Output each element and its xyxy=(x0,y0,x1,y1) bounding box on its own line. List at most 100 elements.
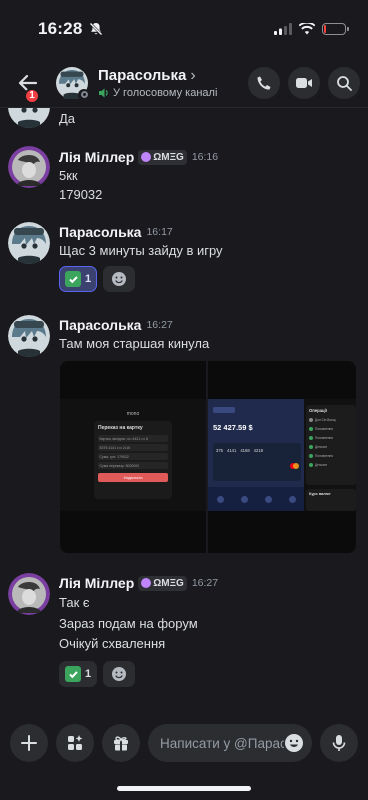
author-name[interactable]: Лія Міллер xyxy=(59,575,134,591)
reaction-count: 1 xyxy=(85,273,92,285)
voice-speaker-icon xyxy=(99,88,108,97)
guild-tag[interactable]: ΩMΞG xyxy=(138,149,187,165)
message-text: Очікуй схвалення xyxy=(59,636,166,651)
status-time: 16:28 xyxy=(38,19,83,38)
bell-slash-icon xyxy=(90,22,103,36)
video-camera-icon xyxy=(296,77,312,88)
skull-icon xyxy=(141,152,152,162)
add-reaction-button[interactable] xyxy=(103,266,135,292)
message-header: Лія Міллер ΩMΞG 16:27 xyxy=(59,575,218,591)
operation-item: Поповнення xyxy=(315,426,334,431)
avatar-parasolka[interactable] xyxy=(8,108,50,128)
channel-title: Парасолька xyxy=(98,67,187,84)
battery-icon xyxy=(322,23,349,35)
message-header: Парасолька 16:27 xyxy=(59,317,173,333)
operation-item: Депозит xyxy=(315,462,328,467)
back-button[interactable]: 1 xyxy=(10,63,46,104)
transfer-title: Переказ на картку xyxy=(98,425,143,431)
apps-sparkle-icon xyxy=(68,735,83,750)
video-call-button[interactable] xyxy=(288,66,320,99)
header-avatar[interactable] xyxy=(56,66,90,101)
message-text: Там моя старшая кинула xyxy=(59,336,210,351)
message-text: Щас 3 минуты зайду в игру xyxy=(59,243,223,258)
author-name[interactable]: Лія Міллер xyxy=(59,149,134,165)
gift-button[interactable] xyxy=(102,724,140,762)
card-number-group: 4141 xyxy=(227,448,237,453)
add-reaction-icon xyxy=(112,272,126,286)
check-mark-icon xyxy=(65,271,81,287)
search-button[interactable] xyxy=(328,66,360,99)
presence-idle-icon xyxy=(78,88,90,101)
avatar-liya-miller[interactable] xyxy=(8,573,50,615)
add-reaction-icon xyxy=(112,667,126,681)
header-info[interactable]: Парасолька › У голосовому каналі xyxy=(98,67,217,99)
avatar-parasolka[interactable] xyxy=(8,315,50,357)
message-text: 5кк xyxy=(59,168,78,183)
attach-button[interactable] xyxy=(10,724,48,762)
transfer-row: 5375 4141 •••• 2•15 xyxy=(98,444,168,451)
guild-tag[interactable]: ΩMΞG xyxy=(138,575,187,591)
operation-item: Поповнення xyxy=(315,453,334,458)
wifi-icon xyxy=(299,23,315,35)
phone-icon xyxy=(257,76,271,90)
transfer-row: Картка, вихідна: •••• 4421 ••• 8 xyxy=(98,435,168,442)
voice-call-button[interactable] xyxy=(248,66,280,99)
message-list[interactable]: Да Лія Міллер ΩMΞG 16:16 5кк 179032 Пара… xyxy=(0,108,368,713)
message-text: 179032 xyxy=(59,187,103,202)
timestamp: 16:27 xyxy=(146,319,173,331)
operation-item: Дон Сін Вонщ xyxy=(315,417,336,422)
reaction-check[interactable]: 1 xyxy=(59,661,98,687)
transfer-row: Сума переказу: 5000000 xyxy=(98,462,168,469)
author-name[interactable]: Парасолька xyxy=(59,317,141,333)
author-name[interactable]: Парасолька xyxy=(59,224,141,240)
rates-title: Курс валют xyxy=(309,492,331,496)
apps-button[interactable] xyxy=(56,724,94,762)
transfer-row: Сума, грн: 179032 xyxy=(98,453,168,460)
voice-message-button[interactable] xyxy=(320,724,358,762)
reaction-count: 1 xyxy=(85,668,92,680)
screenshot-heading: mono xyxy=(126,411,140,417)
channel-header: 1 Парасолька › У голосовому каналі xyxy=(0,58,368,108)
message-composer: Написати у @Парасолька xyxy=(0,718,368,768)
timestamp: 16:27 xyxy=(191,577,219,589)
reaction-check[interactable]: 1 xyxy=(59,266,98,292)
add-reaction-button[interactable] xyxy=(103,661,135,687)
operation-item: Депозит xyxy=(315,444,328,449)
transfer-send-button: Надіслати xyxy=(98,473,168,482)
unread-badge: 1 xyxy=(24,87,40,104)
emoji-icon[interactable] xyxy=(284,733,304,753)
home-indicator[interactable] xyxy=(117,786,251,791)
message-header: Лія Міллер ΩMΞG 16:16 xyxy=(59,149,218,165)
message-text: Так є xyxy=(59,595,90,610)
message-header: Парасолька 16:17 xyxy=(59,224,173,240)
card-number-group: 375 xyxy=(216,448,223,453)
card-number-group: 4219 xyxy=(253,448,263,453)
operations-title: Операції xyxy=(309,408,327,413)
user-avatar-photo-icon xyxy=(8,573,50,615)
message-input[interactable]: Написати у @Парасолька xyxy=(148,724,312,762)
cellular-signal-icon xyxy=(274,23,292,35)
voice-status: У голосовому каналі xyxy=(113,86,218,99)
status-bar: 16:28 xyxy=(0,0,368,58)
attachment-image[interactable]: 52 427.59 $ 375 4141 4168 4219 Операції … xyxy=(208,361,356,553)
user-avatar-anime-icon xyxy=(8,222,50,264)
check-mark-icon xyxy=(65,666,81,682)
user-avatar-photo-icon xyxy=(8,146,50,188)
card-number-group: 4168 xyxy=(240,448,250,453)
balance-amount: 52 427.59 $ xyxy=(213,423,253,432)
message-text: Да xyxy=(59,111,76,126)
operation-item: Поповнення xyxy=(315,435,334,440)
image-attachments: mono Переказ на картку Картка, вихідна: … xyxy=(60,361,356,553)
user-avatar-anime-icon xyxy=(8,108,50,128)
message-text: Зараз подам на форум xyxy=(59,616,198,631)
user-avatar-anime-icon xyxy=(8,315,50,357)
gift-icon xyxy=(114,736,128,751)
avatar-parasolka[interactable] xyxy=(8,222,50,264)
skull-icon xyxy=(141,578,152,588)
timestamp: 16:17 xyxy=(146,226,173,238)
timestamp: 16:16 xyxy=(191,151,219,163)
avatar-liya-miller[interactable] xyxy=(8,146,50,188)
plus-icon xyxy=(21,735,37,751)
message-input-placeholder: Написати у @Парасолька xyxy=(160,735,284,751)
attachment-image[interactable]: mono Переказ на картку Картка, вихідна: … xyxy=(60,361,206,553)
